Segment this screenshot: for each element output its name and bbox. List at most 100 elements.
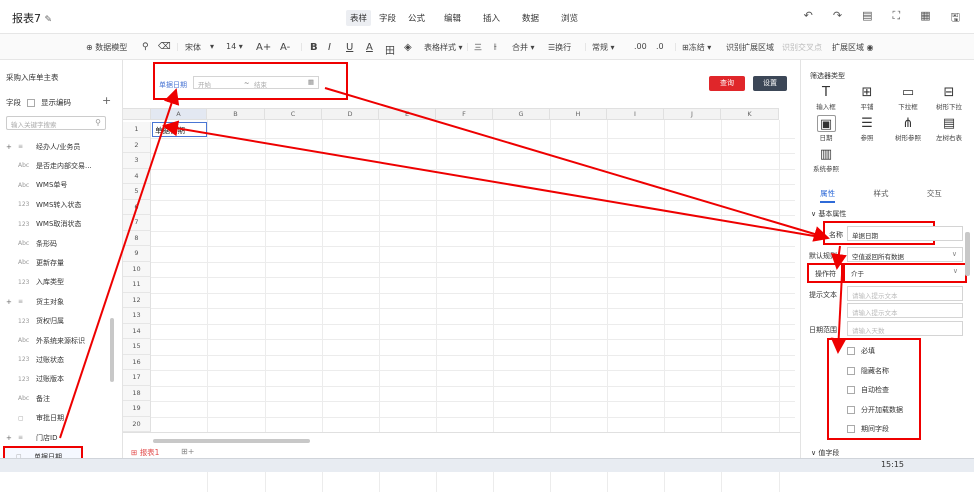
field-item[interactable]: + ≡ 经办人/业务员 bbox=[6, 137, 116, 156]
save-icon[interactable]: 🖫 bbox=[951, 9, 960, 28]
field-item[interactable]: Abc 外系统来源标识 bbox=[6, 331, 116, 350]
filter-type-option[interactable]: ☰ 参照 bbox=[846, 115, 888, 142]
merge-button[interactable]: 合并 ▾ bbox=[512, 42, 535, 53]
decimal-add-button[interactable]: .00 bbox=[634, 42, 647, 51]
menu-browse[interactable]: 浏览 bbox=[561, 12, 578, 24]
column-header[interactable]: D bbox=[322, 108, 379, 120]
tab-interaction[interactable]: 交互 bbox=[927, 188, 942, 203]
row-header[interactable]: 16 bbox=[123, 354, 151, 370]
row-header[interactable]: 2 bbox=[123, 137, 151, 153]
field-item[interactable]: Abc WMS单号 bbox=[6, 176, 116, 195]
section-value-field[interactable]: ∨ 值字段 bbox=[811, 448, 839, 458]
redo-icon[interactable]: ↷ bbox=[833, 9, 842, 28]
add-field-icon[interactable]: + bbox=[102, 94, 111, 107]
sheet-tab[interactable]: ⊞ 报表1 bbox=[131, 447, 159, 458]
chevron-down-icon[interactable]: ▾ bbox=[210, 42, 214, 51]
row-header[interactable]: 12 bbox=[123, 292, 151, 308]
data-model-button[interactable]: ⊕ 数据模型 bbox=[86, 42, 127, 53]
column-header[interactable]: K bbox=[721, 108, 779, 120]
row-header[interactable]: 11 bbox=[123, 277, 151, 293]
row-header[interactable]: 19 bbox=[123, 401, 151, 417]
filter-type-option[interactable]: ▤ 左树右表 bbox=[928, 115, 970, 142]
field-item[interactable]: + ≡ 门店ID bbox=[6, 428, 116, 447]
italic-button[interactable]: I bbox=[328, 42, 331, 53]
grid-corner[interactable] bbox=[123, 108, 151, 120]
field-item[interactable]: 123 入库类型 bbox=[6, 273, 116, 292]
column-header[interactable]: A bbox=[151, 108, 207, 120]
filter-label[interactable]: 单据日期 bbox=[159, 80, 187, 90]
column-header[interactable]: J bbox=[664, 108, 721, 120]
mode-formula[interactable]: 公式 bbox=[404, 10, 429, 26]
font-shrink-button[interactable]: A- bbox=[280, 42, 290, 53]
grid-icon[interactable]: ▦ bbox=[920, 9, 930, 28]
date-range-input[interactable]: 开始 ~ 结束 ▦ bbox=[193, 76, 319, 89]
option-checkbox[interactable]: 期间字段 bbox=[847, 424, 889, 434]
horizontal-scrollbar[interactable] bbox=[153, 439, 310, 443]
field-item[interactable]: 123 过账状态 bbox=[6, 350, 116, 369]
row-header[interactable]: 4 bbox=[123, 168, 151, 184]
show-code-checkbox[interactable] bbox=[27, 98, 35, 107]
field-item[interactable]: ▢ 审批日期 bbox=[6, 409, 116, 428]
filter-type-option[interactable]: ▥ 系统参照 bbox=[805, 146, 847, 173]
font-select[interactable]: 宋体 bbox=[185, 42, 201, 53]
row-header[interactable]: 9 bbox=[123, 246, 151, 262]
number-format-select[interactable]: 常规 ▾ bbox=[592, 42, 615, 53]
option-checkbox[interactable]: 必填 bbox=[847, 346, 875, 356]
row-header[interactable]: 8 bbox=[123, 230, 151, 246]
column-header[interactable]: E bbox=[379, 108, 436, 120]
panel-scrollbar[interactable] bbox=[965, 232, 970, 276]
checkbox-box[interactable] bbox=[847, 425, 855, 433]
option-checkbox[interactable]: 自动检查 bbox=[847, 385, 889, 395]
option-checkbox[interactable]: 分开加载数据 bbox=[847, 405, 903, 415]
add-sheet-icon[interactable]: ⊞+ bbox=[181, 447, 194, 456]
row-header[interactable]: 14 bbox=[123, 323, 151, 339]
section-basic[interactable]: ∨ 基本属性 bbox=[811, 209, 846, 219]
preview-icon[interactable]: ▤ bbox=[862, 9, 872, 28]
filter-type-option[interactable]: ⋔ 树形参照 bbox=[887, 115, 929, 142]
column-header[interactable]: H bbox=[550, 108, 607, 120]
menu-edit[interactable]: 编辑 bbox=[444, 12, 461, 24]
row-header[interactable]: 15 bbox=[123, 339, 151, 355]
field-item[interactable]: 123 WMS转入状态 bbox=[6, 195, 116, 214]
column-header[interactable]: B bbox=[207, 108, 265, 120]
undo-icon[interactable]: ↶ bbox=[804, 9, 813, 28]
field-list-scrollbar[interactable] bbox=[110, 318, 114, 382]
align-button[interactable]: 三 bbox=[474, 42, 482, 53]
expand-icon[interactable]: + bbox=[6, 298, 14, 306]
column-header[interactable]: F bbox=[436, 108, 493, 120]
filter-type-option[interactable]: ▣ 日期 bbox=[805, 115, 847, 142]
checkbox-box[interactable] bbox=[847, 405, 855, 414]
spreadsheet-grid[interactable]: A B C D E F G H I J K 1 2 3 4 5 6 7 8 9 10 11 12 13 14 15 16 17 18 19… bbox=[123, 106, 795, 492]
border-button[interactable]: 田 bbox=[385, 42, 395, 57]
font-color-button[interactable]: A bbox=[366, 42, 373, 53]
expand-icon[interactable]: + bbox=[6, 434, 14, 442]
bold-button[interactable]: B bbox=[310, 42, 318, 53]
table-style-button[interactable]: 表格样式 ▾ bbox=[424, 42, 463, 53]
hint-input-2[interactable]: 请输入提示文本 bbox=[847, 303, 963, 318]
checkbox-box[interactable] bbox=[847, 366, 855, 375]
field-item[interactable]: Abc 备注 bbox=[6, 389, 116, 408]
field-item[interactable]: Abc 更新存量 bbox=[6, 253, 116, 272]
edit-icon[interactable]: ✎ bbox=[45, 15, 53, 25]
filter-type-option[interactable]: ⊟ 树形下拉 bbox=[928, 84, 970, 111]
freeze-button[interactable]: ⊞冻结 ▾ bbox=[682, 42, 711, 53]
eye-icon[interactable]: ◉ bbox=[867, 43, 874, 52]
wrap-button[interactable]: ☰换行 bbox=[548, 42, 571, 53]
name-input[interactable]: 单据日期 bbox=[847, 226, 963, 241]
tab-properties[interactable]: 属性 bbox=[820, 188, 836, 203]
checkbox-box[interactable] bbox=[847, 347, 855, 355]
font-grow-button[interactable]: A+ bbox=[256, 42, 271, 53]
row-header[interactable]: 7 bbox=[123, 215, 151, 231]
row-header[interactable]: 3 bbox=[123, 153, 151, 169]
settings-button[interactable]: 设置 bbox=[753, 76, 787, 91]
row-header[interactable]: 1 bbox=[123, 122, 151, 138]
mode-field[interactable]: 字段 bbox=[375, 10, 400, 26]
fullscreen-icon[interactable]: ⛶ bbox=[893, 9, 901, 28]
column-header[interactable]: C bbox=[265, 108, 322, 120]
clear-format-icon[interactable]: ⌫ bbox=[158, 42, 171, 52]
row-header[interactable]: 20 bbox=[123, 416, 151, 432]
menu-insert[interactable]: 插入 bbox=[483, 12, 500, 24]
cell-a1[interactable]: 单据日期 bbox=[152, 122, 207, 137]
field-search-input[interactable]: 输入关键字搜索 ⚲ bbox=[6, 116, 106, 130]
mode-sheet[interactable]: 表样 bbox=[346, 10, 372, 26]
